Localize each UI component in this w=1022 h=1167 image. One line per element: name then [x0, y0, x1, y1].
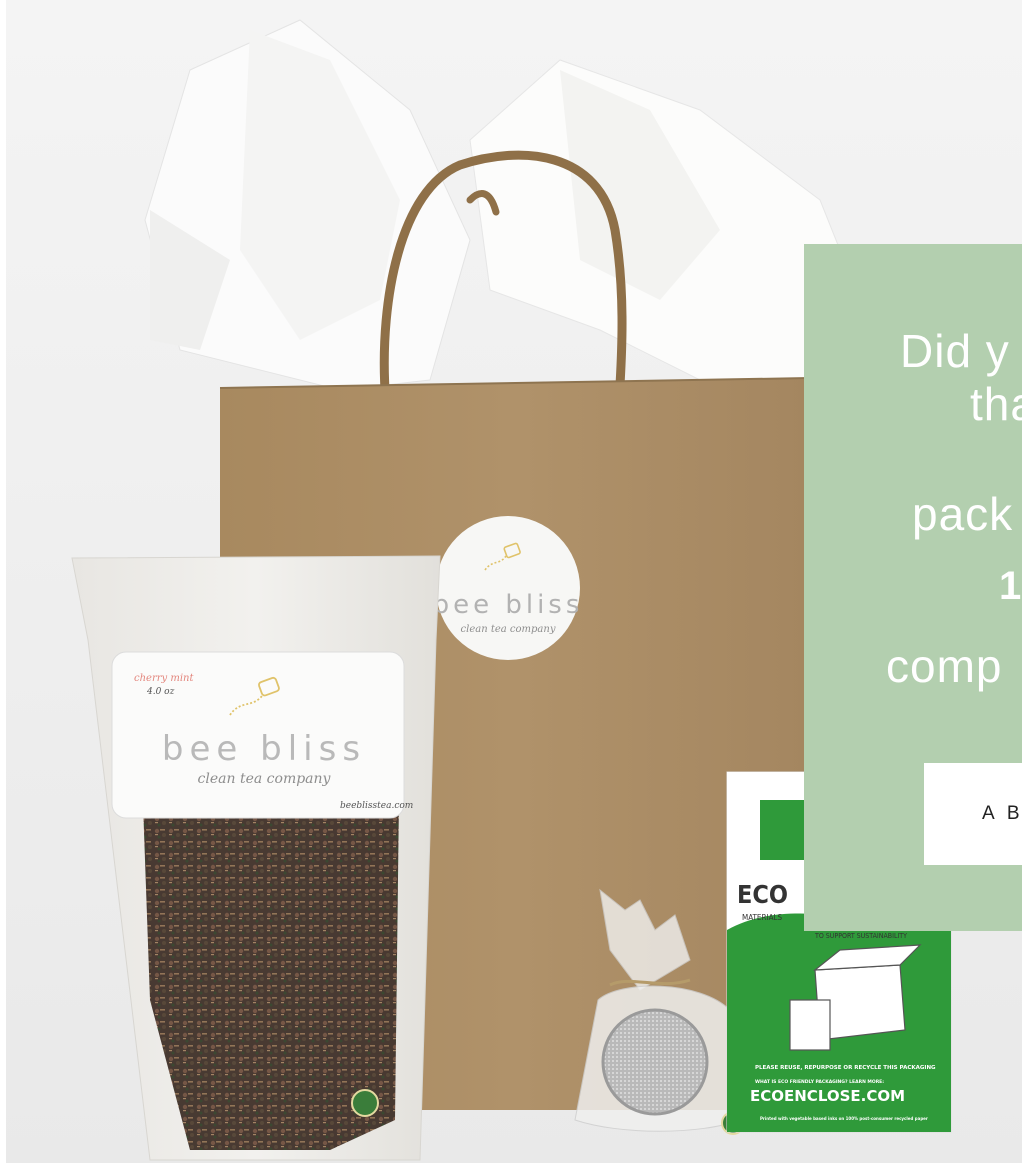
organic-seal-icon [351, 1089, 379, 1117]
pouch-weight: 4.0 oz [146, 687, 175, 697]
info-line-3: pack [912, 488, 1014, 540]
bag-sticker-brand: bee bliss [433, 590, 584, 620]
bottom-edge [0, 1163, 1022, 1167]
info-line-1: Did y [900, 325, 1010, 377]
info-line-4: 1 [999, 564, 1022, 608]
card-site: ECOENCLOSE.COM [750, 1087, 905, 1105]
frame-edge [0, 0, 6, 1167]
pouch-url: beeblisstea.com [340, 801, 413, 811]
card-materials: MATERIALS [742, 913, 783, 922]
pouch-tagline: clean tea company [198, 771, 332, 787]
card-reuse: PLEASE REUSE, REPURPOSE OR RECYCLE THIS … [755, 1065, 936, 1071]
info-line-5: comp [886, 640, 1003, 692]
about-button[interactable]: A B [924, 763, 1022, 865]
card-fine-print: Printed with vegetable based inks on 100… [760, 1116, 928, 1121]
bag-sticker-tagline: clean tea company [461, 624, 556, 635]
info-panel: Did y tha pack 1 comp A B [804, 244, 1022, 931]
card-eco: ECO [737, 880, 788, 909]
pouch-brand: bee bliss [162, 729, 366, 769]
card-sustainability: TO SUPPORT SUSTAINABILITY [814, 932, 907, 940]
pouch-flavor: cherry mint [134, 673, 194, 684]
card-learn: WHAT IS ECO FRIENDLY PACKAGING? LEARN MO… [755, 1079, 884, 1085]
info-line-2: tha [970, 378, 1022, 430]
